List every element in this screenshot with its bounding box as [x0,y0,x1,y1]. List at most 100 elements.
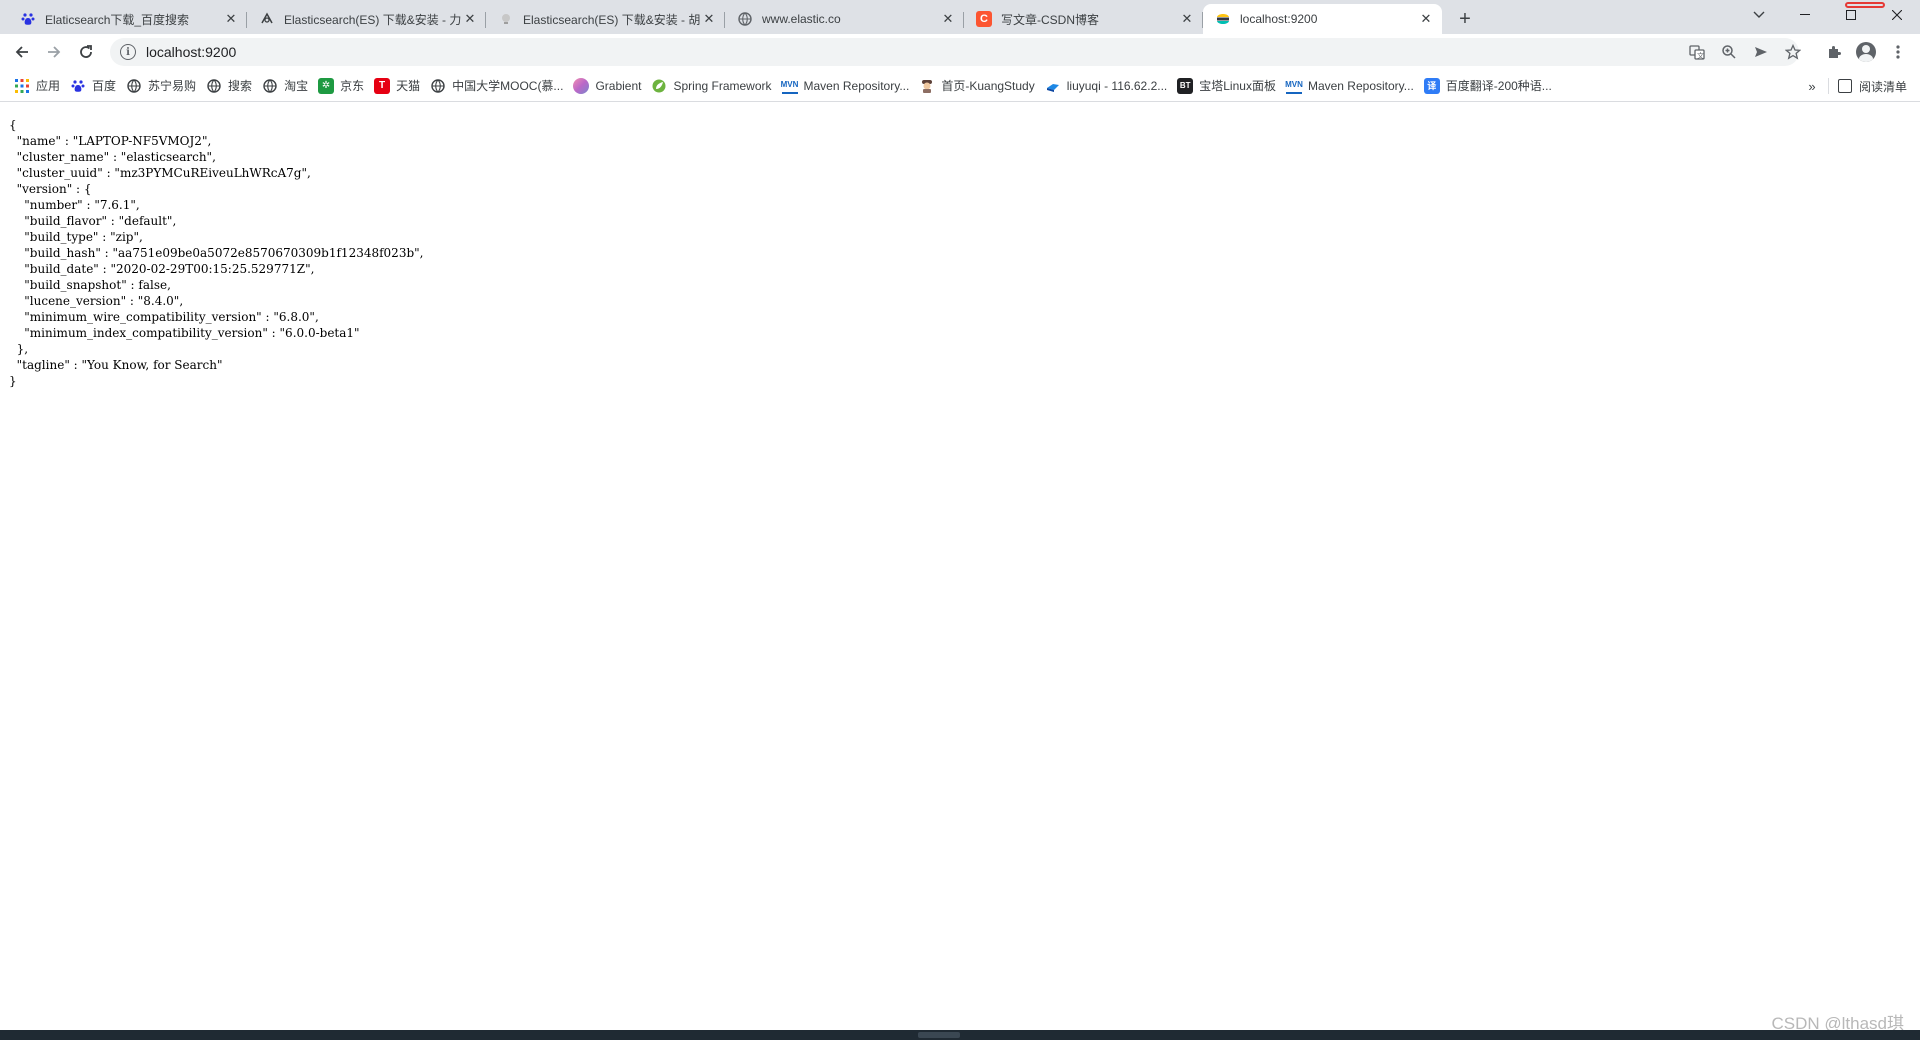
bookmarks-bar: 应用 百度 苏宁易购 搜索 淘宝 ✲ 京东 T 天猫 中国大学MOOC(慕...… [0,70,1920,102]
taskbar-item[interactable] [918,1032,960,1038]
tab-yuque-2[interactable]: Elasticsearch(ES) 下载&安装 - 胡 ✕ [486,4,725,34]
yuque-light-icon [498,11,514,27]
tab-csdn[interactable]: C 写文章-CSDN博客 ✕ [964,4,1203,34]
server-icon [1045,78,1061,94]
avatar-icon [1856,42,1876,62]
baidu-paw-icon [70,78,86,94]
address-bar[interactable]: i localhost:9200 [110,38,1799,66]
address-url[interactable]: localhost:9200 [146,44,236,60]
close-icon[interactable]: ✕ [701,11,717,27]
json-line: "cluster_name" : "elasticsearch", [9,150,216,164]
bookmark-tmall[interactable]: T 天猫 [372,74,426,98]
bookmark-label: 中国大学MOOC(慕... [452,79,564,93]
tab-title: Elasticsearch(ES) 下载&安装 - 力 [284,12,462,27]
menu-kebab-icon[interactable] [1884,38,1912,66]
tab-baidu-search[interactable]: Elaticsearch下载_百度搜索 ✕ [8,4,247,34]
extensions-puzzle-icon[interactable] [1820,38,1848,66]
taskbar [0,1030,1920,1040]
bookmark-label: 百度翻译-200种语... [1445,79,1552,93]
maven-icon: MVN [1285,78,1303,94]
bookmark-label: Maven Repository... [1307,78,1414,93]
tab-title: localhost:9200 [1240,12,1318,26]
reading-list-button[interactable]: 阅读清单 [1834,74,1911,98]
tab-search-button[interactable] [1736,0,1782,30]
new-tab-button[interactable]: + [1452,6,1478,32]
yuque-bird-icon [259,11,275,27]
json-line: "build_date" : "2020-02-29T00:15:25.5297… [9,262,315,276]
bookmark-label: 宝塔Linux面板 [1199,79,1276,93]
page-content: { "name" : "LAPTOP-NF5VMOJ2", "cluster_n… [0,103,1920,1030]
bookmark-mooc[interactable]: 中国大学MOOC(慕... [428,74,569,98]
json-line: "build_type" : "zip", [9,230,143,244]
tab-title: 写文章-CSDN博客 [1001,12,1099,27]
baidu-paw-icon [20,11,36,27]
site-info-icon[interactable]: i [120,44,136,60]
maven-icon: MVN [781,78,798,94]
kuang-avatar-icon [919,78,935,94]
csdn-c-icon: C [976,11,992,27]
translate-icon[interactable]: 文 [1683,38,1711,66]
bookmark-label: Spring Framework [673,78,772,93]
bookmark-taobao[interactable]: 淘宝 [260,74,314,98]
json-line: } [9,374,17,388]
globe-icon [126,78,142,94]
svg-text:文: 文 [1697,51,1704,60]
bookmark-label: 搜索 [228,79,253,93]
bookmark-maven-2[interactable]: MVN Maven Repository... [1284,74,1420,98]
apps-grid-icon [14,78,30,94]
profile-avatar[interactable] [1852,38,1880,66]
tab-title: Elaticsearch下载_百度搜索 [45,12,190,27]
json-line: "lucene_version" : "8.4.0", [9,294,184,308]
minimize-button[interactable] [1782,0,1828,30]
json-line: "minimum_index_compatibility_version" : … [9,326,360,340]
reading-list-label: 阅读清单 [1859,79,1908,94]
close-icon[interactable]: ✕ [1418,11,1434,27]
globe-icon [206,78,222,94]
tab-elastic-co[interactable]: www.elastic.co ✕ [725,4,964,34]
tab-yuque-1[interactable]: Elasticsearch(ES) 下载&安装 - 力 ✕ [247,4,486,34]
bookmark-label: 应用 [36,79,61,93]
bookmark-star-icon[interactable] [1779,38,1807,66]
close-icon[interactable]: ✕ [223,11,239,27]
send-tab-icon[interactable] [1747,38,1775,66]
bookmark-spring[interactable]: Spring Framework [649,74,777,98]
json-line: "minimum_wire_compatibility_version" : "… [9,310,319,324]
json-line: { [9,118,17,132]
zoom-icon[interactable] [1715,38,1743,66]
bookmark-label: 天猫 [396,79,421,93]
json-line: "version" : { [9,182,92,196]
forward-button[interactable] [40,38,68,66]
bookmark-label: 苏宁易购 [148,79,197,93]
bookmark-label: Grabient [595,78,642,93]
baidu-translate-icon: 译 [1423,77,1440,94]
bookmarks-overflow-button[interactable]: » [1800,74,1824,98]
bookmark-maven-1[interactable]: MVN Maven Repository... [780,74,916,98]
close-icon[interactable]: ✕ [1179,11,1195,27]
bookmark-label: 首页-KuangStudy [941,79,1035,93]
bookmark-apps[interactable]: 应用 [12,74,66,98]
bookmark-label: liuyuqi - 116.62.2... [1066,78,1168,93]
tab-localhost[interactable]: localhost:9200 ✕ [1203,4,1442,34]
json-line: "build_hash" : "aa751e09be0a5072e8570670… [9,246,424,260]
bookmark-liuyuqi[interactable]: liuyuqi - 116.62.2... [1043,74,1174,98]
bookmark-search[interactable]: 搜索 [204,74,258,98]
json-line: "build_snapshot" : false, [9,278,171,292]
json-line: "name" : "LAPTOP-NF5VMOJ2", [9,134,212,148]
bookmark-jd[interactable]: ✲ 京东 [316,74,370,98]
reload-button[interactable] [72,38,100,66]
elastic-icon [1215,11,1231,27]
toolbar: i localhost:9200 文 [0,34,1920,70]
bookmark-grabient[interactable]: Grabient [571,74,647,98]
close-icon[interactable]: ✕ [462,11,478,27]
bookmark-baota[interactable]: BT 宝塔Linux面板 [1175,74,1282,98]
tab-strip: Elaticsearch下载_百度搜索 ✕ Elasticsearch(ES) … [0,0,1920,34]
bookmark-suning[interactable]: 苏宁易购 [124,74,202,98]
bookmark-baidu[interactable]: 百度 [68,74,122,98]
close-icon[interactable]: ✕ [940,11,956,27]
bookmark-baidu-translate[interactable]: 译 百度翻译-200种语... [1422,74,1558,98]
bookmark-kuangstudy[interactable]: 首页-KuangStudy [917,74,1040,98]
spring-leaf-icon [651,78,667,94]
bookmark-label: Maven Repository... [803,78,910,93]
reading-list-icon [1838,79,1852,93]
back-button[interactable] [8,38,36,66]
